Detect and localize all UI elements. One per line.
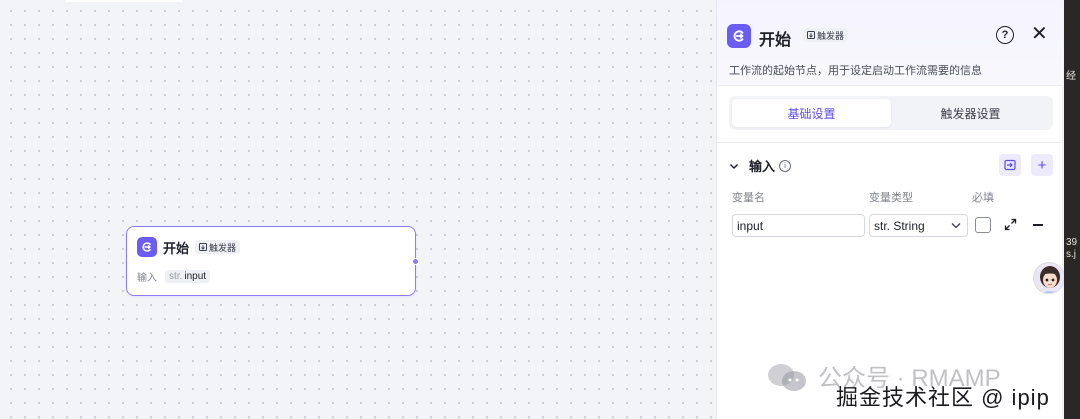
avatar-icon (1034, 263, 1064, 293)
start-node-input-row: 输入 str. input (137, 269, 211, 284)
panel-start-icon (727, 24, 751, 48)
input-section-label: 输入 (749, 159, 776, 174)
panel-title: 开始 (759, 32, 792, 49)
start-node-icon (137, 237, 157, 257)
column-required: 必填 (972, 192, 994, 204)
background-window-strip (1064, 0, 1080, 419)
canvas-top-tab (66, 0, 182, 2)
start-node-title: 开始 (163, 240, 190, 256)
panel-trigger-badge: 触发器 (803, 28, 849, 42)
import-button[interactable] (999, 154, 1021, 176)
settings-tabs: 基础设置 触发器设置 (729, 96, 1053, 130)
output-port[interactable] (412, 258, 419, 265)
tab-trigger-settings[interactable]: 触发器设置 (891, 99, 1050, 127)
required-checkbox[interactable] (975, 217, 991, 233)
trigger-icon (807, 31, 815, 39)
input-type: str. (169, 271, 183, 282)
input-variable-chip: str. input (165, 270, 211, 283)
column-variable-type: 变量类型 (869, 192, 913, 204)
strip-text-3: s.j (1066, 249, 1076, 260)
wechat-icon (768, 364, 806, 391)
column-variable-name: 变量名 (732, 192, 765, 204)
input-section-header[interactable]: 输入 i (729, 156, 792, 175)
panel-description: 工作流的起始节点，用于设定启动工作流需要的信息 (729, 65, 982, 77)
import-icon (1004, 159, 1016, 171)
variable-name-input[interactable]: input (732, 214, 865, 237)
trigger-badge-label: 触发器 (209, 242, 237, 253)
remove-variable-icon[interactable] (1033, 224, 1043, 226)
input-label: 输入 (137, 273, 157, 284)
expand-icon[interactable] (1004, 218, 1017, 231)
help-icon[interactable]: ? (996, 26, 1014, 44)
add-variable-button[interactable]: + (1031, 154, 1053, 176)
panel-trigger-badge-label: 触发器 (817, 30, 845, 41)
workflow-canvas[interactable] (0, 0, 716, 419)
divider (717, 142, 1063, 143)
node-settings-panel: 开始 触发器 ? ✕ 工作流的起始节点，用于设定启动工作流需要的信息 基础设置 … (716, 0, 1065, 419)
trigger-icon (199, 243, 208, 251)
input-name: input (184, 271, 207, 282)
trigger-badge: 触发器 (195, 240, 241, 254)
tab-basic-settings[interactable]: 基础设置 (732, 99, 891, 127)
assistant-avatar[interactable] (1033, 262, 1065, 294)
strip-text-1: 经 (1066, 71, 1076, 82)
info-icon[interactable]: i (779, 159, 792, 172)
variable-type-value: str. String (874, 218, 925, 233)
watermark-line2: 掘金技术社区 @ ipip (836, 385, 1050, 410)
variable-type-select[interactable]: str. String (869, 214, 968, 237)
start-node[interactable]: 开始 触发器 输入 str. input (126, 226, 419, 296)
chevron-down-icon (951, 223, 961, 229)
start-node-header: 开始 触发器 (137, 237, 241, 257)
close-icon[interactable]: ✕ (1031, 24, 1048, 44)
strip-text-2: 39 (1066, 237, 1078, 248)
panel-header: 开始 触发器 ? ✕ 工作流的起始节点，用于设定启动工作流需要的信息 (717, 0, 1063, 86)
chevron-down-icon[interactable] (729, 161, 739, 171)
